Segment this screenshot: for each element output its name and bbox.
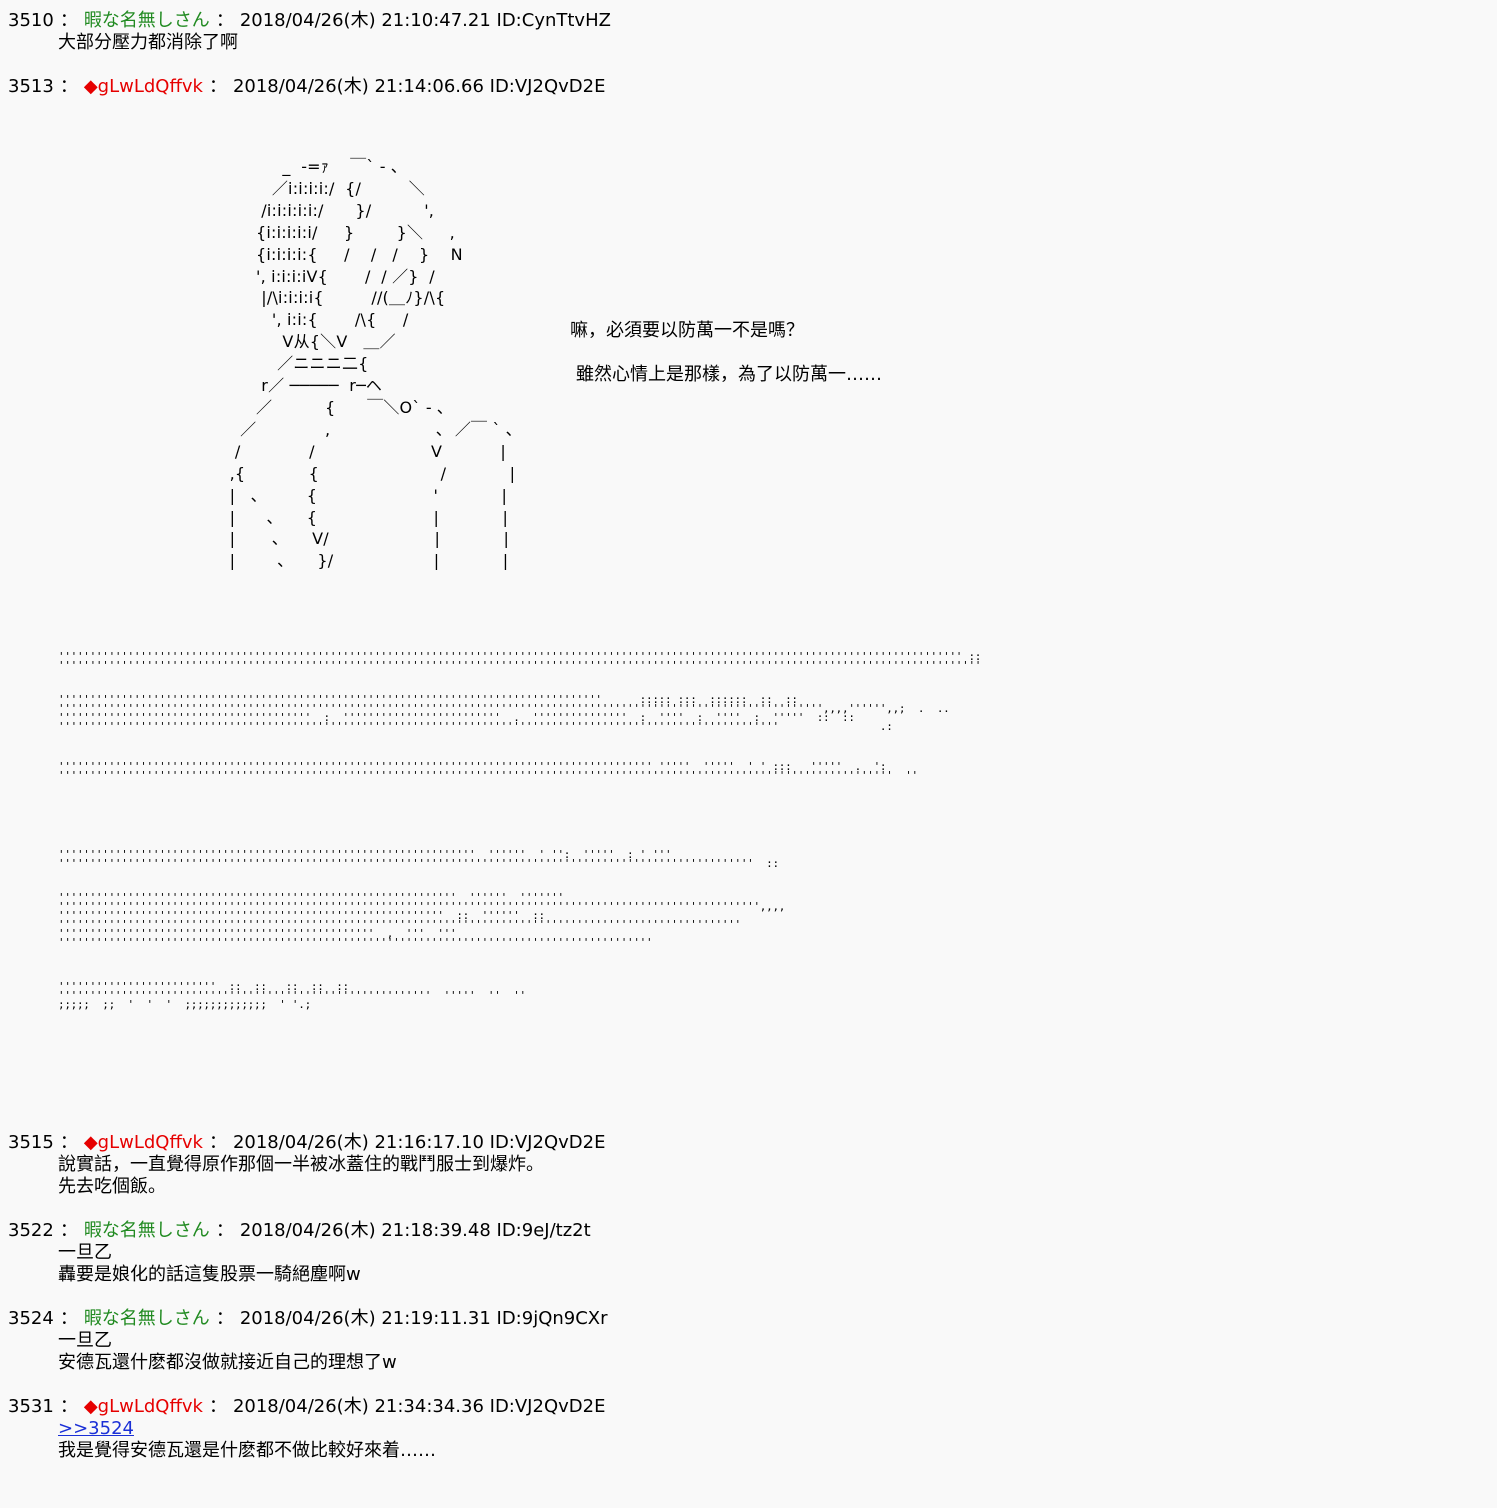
post-date-id: 2018/04/26(木) 21:14:06.66 ID:VJ2QvD2E [232,76,606,97]
post-date-id: 2018/04/26(木) 21:34:34.36 ID:VJ2QvD2E [232,1396,606,1417]
post-header: 3513： ◆gLwLdQffvk： 2018/04/26(木) 21:14:06.… [8,76,606,97]
post-body: 一旦乙 安德瓦還什麽都沒做就接近自己的理想了w [58,1330,608,1374]
post-line: 安德瓦還什麽都沒做就接近自己的理想了w [58,1352,397,1373]
post-number: 3522 [8,1220,54,1241]
poster-name: ◆gLwLdQffvk [83,76,203,97]
post-number: 3513 [8,76,54,97]
post-line: 轟要是娘化的話這隻股票一騎絕塵啊w [58,1264,361,1285]
post-3531: 3531： ◆gLwLdQffvk： 2018/04/26(木) 21:34:34.… [8,1396,605,1462]
post-header: 3510：暇な名無しさん： 2018/04/26(木) 21:10:47.21 I… [8,10,611,31]
post-header: 3531： ◆gLwLdQffvk： 2018/04/26(木) 21:34:34.… [8,1396,606,1417]
post-date-id: 2018/04/26(木) 21:10:47.21 ID:CynTtvHZ [239,10,611,31]
post-3524: 3524：暇な名無しさん： 2018/04/26(木) 21:19:11.31 I… [8,1308,608,1374]
ascii-art-character: _ -=ｧ ￣` ‐ ､ ／i:i:i:i:/ {/ ＼ /i:i:i:i:i:… [229,157,516,571]
post-3522: 3522：暇な名無しさん： 2018/04/26(木) 21:18:39.48 I… [8,1220,591,1286]
post-date-id: 2018/04/26(木) 21:19:11.31 ID:9jQn9CXr [239,1308,608,1329]
post-header: 3522：暇な名無しさん： 2018/04/26(木) 21:18:39.48 I… [8,1220,591,1241]
ascii-art-dots-3: ''''''''''''''''''''''''''''''''''''''''… [58,760,918,782]
post-header: 3515： ◆gLwLdQffvk： 2018/04/26(木) 21:16:17.… [8,1132,606,1153]
post-line: 一旦乙 [58,1242,112,1263]
poster-name: 暇な名無しさん [83,1220,210,1241]
ascii-art-dots-2: ''''''''''''''''''''''''''''''''''''''''… [58,693,950,733]
post-body: 說實話，一直覺得原作那個一半被冰蓋住的戰鬥服士到爆炸。 先去吃個飯。 [58,1154,605,1198]
post-line: 大部分壓力都消除了啊 [58,32,238,53]
post-header: 3524：暇な名無しさん： 2018/04/26(木) 21:19:11.31 I… [8,1308,608,1329]
ascii-art-dots-6: ''''''''''''''''''''''''' :: :: :: :: ::… [58,980,526,1011]
ascii-art-dots-1: ''''''''''''''''''''''''''''''''''''''''… [58,650,982,672]
post-3510: 3510：暇な名無しさん： 2018/04/26(木) 21:10:47.21 I… [8,10,611,54]
reply-anchor-link[interactable]: >>3524 [58,1418,134,1439]
ascii-art-dots-4: ''''''''''''''''''''''''''''''''''''''''… [58,848,779,870]
post-number: 3524 [8,1308,54,1329]
poster-name: 暇な名無しさん [83,10,210,31]
post-number: 3531 [8,1396,54,1417]
post-body: 大部分壓力都消除了啊 [58,32,611,54]
post-body: >>3524 我是覺得安德瓦還是什麽都不做比較好來着…… [58,1418,605,1462]
post-number: 3515 [8,1132,54,1153]
dialog-line-1: 嘛，必須要以防萬一不是嗎？ [570,320,804,341]
dialog-line-2: 雖然心情上是那樣，為了以防萬一…… [576,364,882,385]
poster-name: ◆gLwLdQffvk [83,1132,203,1153]
post-3513: 3513： ◆gLwLdQffvk： 2018/04/26(木) 21:14:06.… [8,76,605,98]
post-line: 說實話，一直覺得原作那個一半被冰蓋住的戰鬥服士到爆炸。 [58,1154,544,1175]
poster-name: 暇な名無しさん [83,1308,210,1329]
post-line: 我是覺得安德瓦還是什麽都不做比較好來着…… [58,1440,436,1461]
post-number: 3510 [8,10,54,31]
post-3515: 3515： ◆gLwLdQffvk： 2018/04/26(木) 21:16:17.… [8,1132,605,1198]
poster-name: ◆gLwLdQffvk [83,1396,203,1417]
post-date-id: 2018/04/26(木) 21:18:39.48 ID:9eJ/tz2t [239,1220,591,1241]
post-date-id: 2018/04/26(木) 21:16:17.10 ID:VJ2QvD2E [232,1132,606,1153]
ascii-art-dots-5: ''''''''''''''''''''''''''''''''''''''''… [58,891,786,949]
post-body: 一旦乙 轟要是娘化的話這隻股票一騎絕塵啊w [58,1242,591,1286]
post-line: 先去吃個飯。 [58,1176,166,1197]
post-line: 一旦乙 [58,1330,112,1351]
